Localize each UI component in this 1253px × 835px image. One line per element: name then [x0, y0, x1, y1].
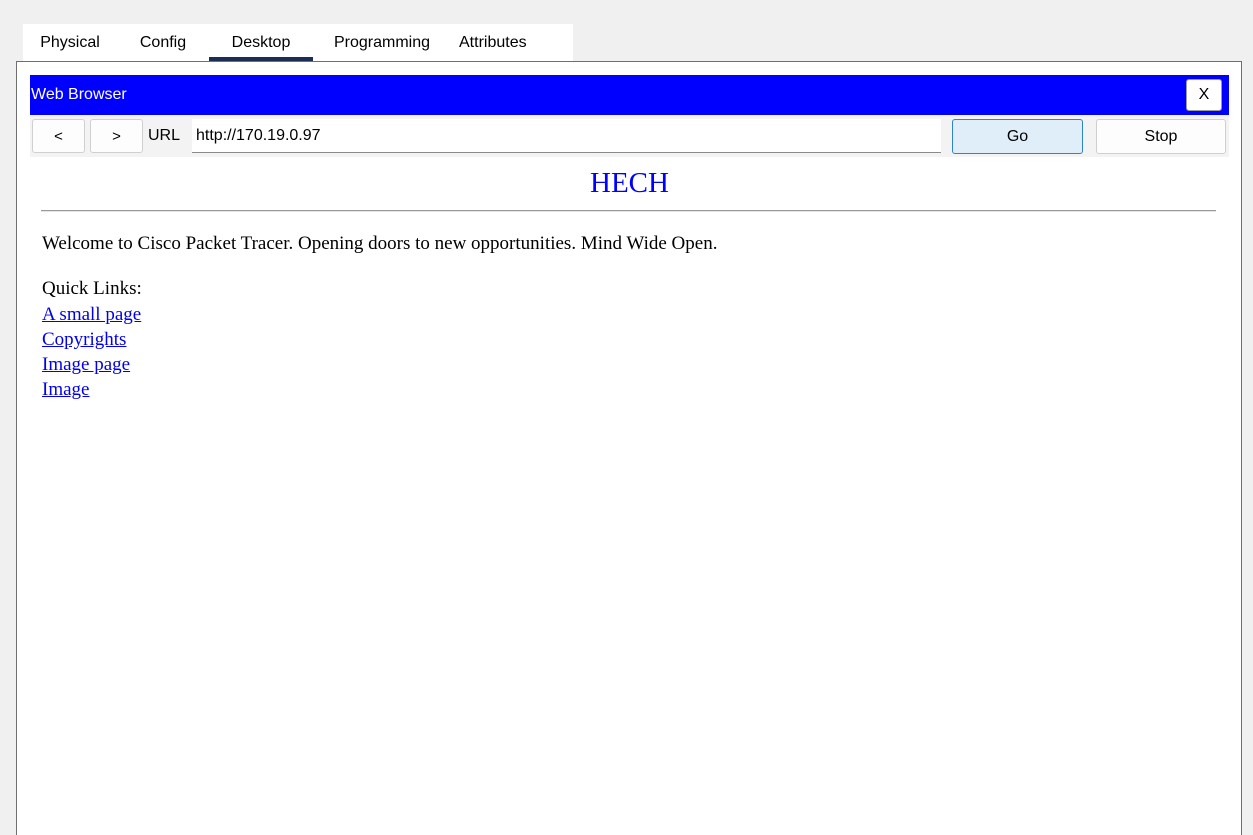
tab-programming[interactable]: Programming — [313, 24, 451, 61]
horizontal-rule — [41, 210, 1216, 212]
url-input[interactable] — [192, 119, 941, 153]
tab-physical[interactable]: Physical — [23, 24, 117, 61]
link-small-page[interactable]: A small page — [42, 302, 141, 327]
stop-button[interactable]: Stop — [1096, 119, 1226, 154]
window-titlebar: Web Browser X — [30, 75, 1229, 115]
page-title: HECH — [590, 167, 669, 199]
device-tab-bar: Physical Config Desktop Programming Attr… — [23, 24, 573, 61]
back-button[interactable]: < — [32, 119, 85, 153]
forward-button[interactable]: > — [90, 119, 143, 153]
close-button[interactable]: X — [1186, 79, 1222, 111]
link-image-page[interactable]: Image page — [42, 352, 141, 377]
quick-links-label: Quick Links: — [42, 278, 142, 299]
go-button[interactable]: Go — [952, 119, 1083, 154]
browser-toolbar: < > URL Go Stop — [30, 115, 1229, 157]
welcome-text: Welcome to Cisco Packet Tracer. Opening … — [42, 233, 718, 254]
window-title: Web Browser — [31, 86, 127, 103]
link-copyrights[interactable]: Copyrights — [42, 327, 141, 352]
tab-desktop[interactable]: Desktop — [209, 24, 313, 61]
quick-links-list: A small page Copyrights Image page Image — [42, 302, 141, 402]
tab-attributes[interactable]: Attributes — [451, 24, 573, 61]
url-label: URL — [148, 127, 181, 144]
link-image[interactable]: Image — [42, 377, 141, 402]
page-content: HECH Welcome to Cisco Packet Tracer. Ope… — [30, 157, 1229, 835]
web-browser-window: Web Browser X < > URL Go Stop HECH Welco… — [30, 75, 1229, 835]
tab-config[interactable]: Config — [117, 24, 209, 61]
